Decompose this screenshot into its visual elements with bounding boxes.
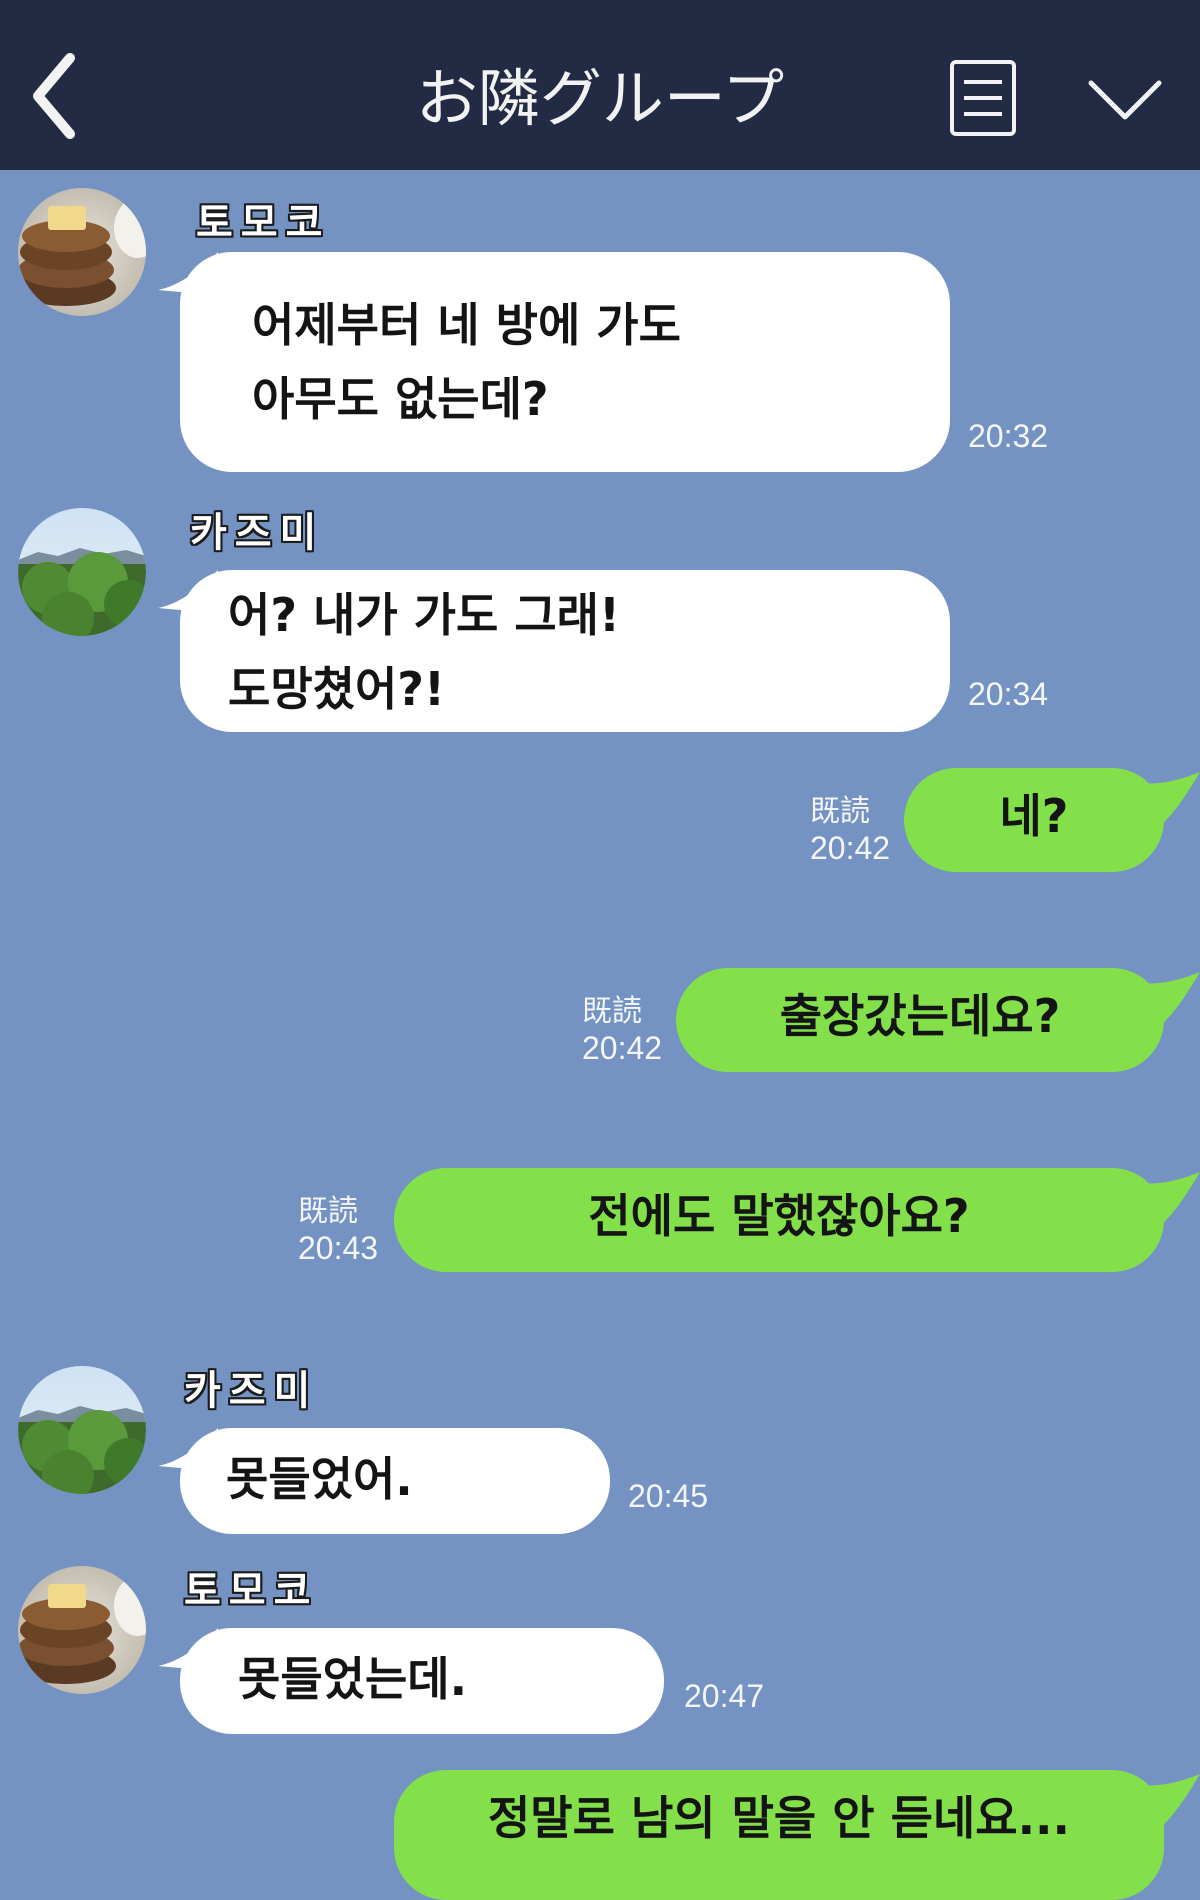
message-text: 정말로 남의 말을 안 듣네요... bbox=[487, 1791, 1070, 1845]
pancake-avatar[interactable] bbox=[18, 1566, 146, 1694]
read-label: 既読 bbox=[582, 994, 642, 1029]
sender-name: 토모코 bbox=[196, 200, 331, 246]
read-status: 既読 20:42 bbox=[582, 994, 662, 1066]
message-text: 전에도 말했잖아요? bbox=[588, 1189, 970, 1243]
message-time: 20:43 bbox=[298, 1230, 379, 1266]
sender-name: 토모코 bbox=[184, 1568, 319, 1614]
read-status: 既読 20:42 bbox=[810, 794, 890, 866]
sender-name: 카즈미 bbox=[190, 510, 325, 556]
read-status: 既読 20:43 bbox=[298, 1194, 378, 1266]
message-time: 20:34 bbox=[968, 676, 1049, 712]
message-time: 20:47 bbox=[684, 1678, 765, 1714]
message-bubble[interactable]: 출장갔는데요? bbox=[676, 968, 1164, 1072]
landscape-avatar[interactable] bbox=[18, 508, 146, 636]
message-text: 도망쳤어?! bbox=[228, 662, 445, 716]
message-text: 어제부터 네 방에 가도 bbox=[252, 298, 681, 352]
message-bubble[interactable]: 정말로 남의 말을 안 듣네요... bbox=[394, 1770, 1164, 1900]
message-bubble[interactable]: 네? bbox=[904, 768, 1164, 872]
message-text: 어? 내가 가도 그래! bbox=[228, 588, 620, 642]
message-text: 못들었는데. bbox=[238, 1652, 468, 1706]
pancake-avatar[interactable] bbox=[18, 188, 146, 316]
message-time: 20:32 bbox=[968, 418, 1049, 454]
bubble-tail bbox=[1136, 972, 1200, 1028]
read-label: 既読 bbox=[810, 794, 870, 829]
bubble-tail bbox=[1136, 1774, 1200, 1830]
message-text: 출장갔는데요? bbox=[779, 989, 1061, 1043]
message-bubble[interactable]: 어? 내가 가도 그래! 도망쳤어?! bbox=[180, 570, 950, 732]
notes-icon[interactable] bbox=[948, 58, 1018, 138]
chat-title: お隣グループ bbox=[415, 62, 785, 135]
message-bubble[interactable]: 어제부터 네 방에 가도 아무도 없는데? bbox=[180, 252, 950, 472]
message-time: 20:42 bbox=[582, 1030, 663, 1066]
read-label: 既読 bbox=[298, 1194, 358, 1229]
message-bubble[interactable]: 전에도 말했잖아요? bbox=[394, 1168, 1164, 1272]
message-time: 20:42 bbox=[810, 830, 891, 866]
message-text: 아무도 없는데? bbox=[252, 372, 549, 426]
bubble-tail bbox=[1136, 1172, 1200, 1228]
message-bubble[interactable]: 못들었는데. bbox=[180, 1628, 664, 1734]
message-text: 네? bbox=[999, 789, 1069, 843]
message-bubble[interactable]: 못들었어. bbox=[180, 1428, 610, 1534]
landscape-avatar[interactable] bbox=[18, 1366, 146, 1494]
message-text: 못들었어. bbox=[226, 1452, 413, 1506]
message-time: 20:45 bbox=[628, 1478, 709, 1514]
sender-name: 카즈미 bbox=[184, 1368, 319, 1414]
bubble-tail bbox=[1136, 772, 1200, 828]
chat-header: お隣グループ bbox=[0, 0, 1200, 170]
chevron-down-icon[interactable] bbox=[1085, 75, 1165, 125]
